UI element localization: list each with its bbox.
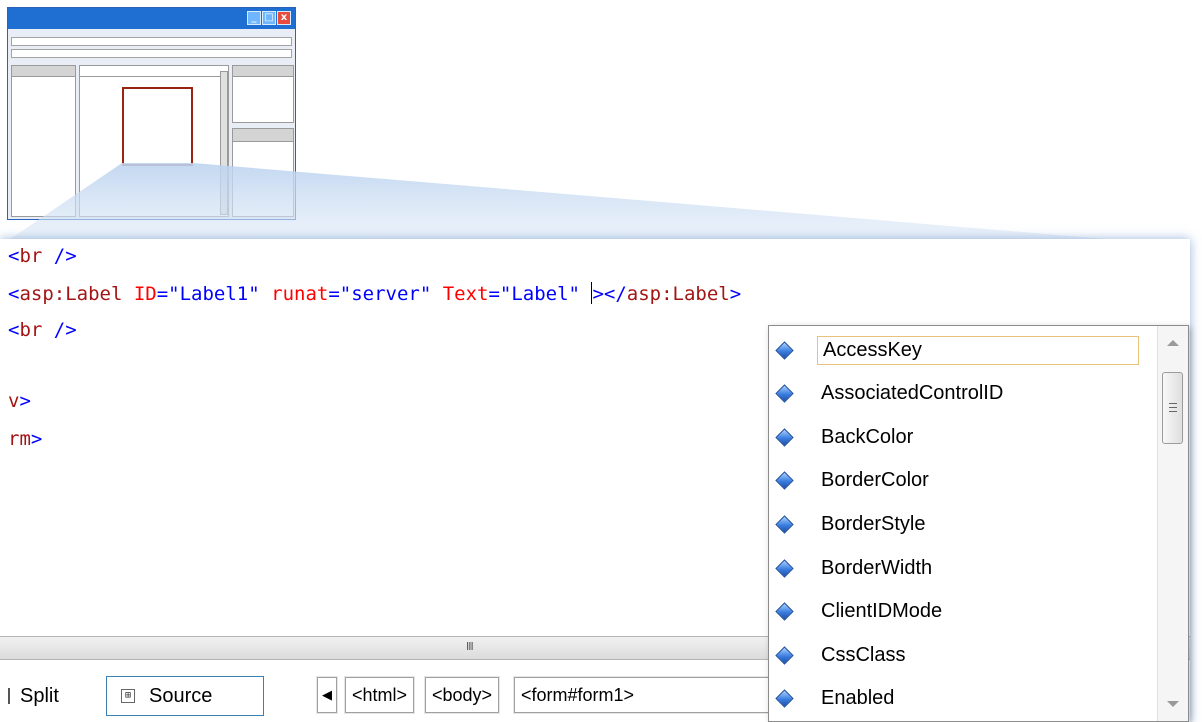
code-token: rm xyxy=(8,428,31,450)
scroll-up-arrow-icon[interactable] xyxy=(1167,340,1179,346)
completion-item[interactable]: AccessKey xyxy=(774,332,1139,368)
code-token: /> xyxy=(42,245,77,267)
code-token: br xyxy=(19,245,43,267)
property-diamond-icon xyxy=(774,427,794,447)
code-token: ="Label1" xyxy=(156,283,260,305)
code-token: /> xyxy=(42,319,77,341)
code-token: < xyxy=(8,283,20,305)
completion-item[interactable]: BorderWidth xyxy=(774,550,936,586)
scrollbar-grip[interactable]: III xyxy=(466,640,474,653)
completion-item-label: AssociatedControlID xyxy=(821,382,1004,405)
intellisense-completion-list[interactable]: AccessKey AssociatedControlID BackColor Bor… xyxy=(768,325,1189,722)
code-token: < xyxy=(8,319,20,341)
property-diamond-icon xyxy=(774,340,794,360)
completion-item[interactable]: ClientIDMode xyxy=(774,594,946,630)
code-token: > xyxy=(30,428,43,450)
completion-item-label: BorderWidth xyxy=(821,556,933,579)
scrollbar-thumb[interactable] xyxy=(1162,372,1183,444)
code-token: asp:Label xyxy=(19,283,123,305)
tab-source[interactable]: ⊞ Source xyxy=(106,676,264,716)
completion-item-label: BorderColor xyxy=(821,469,929,492)
code-line[interactable]: v> xyxy=(8,384,31,418)
property-diamond-icon xyxy=(774,384,794,403)
code-token: ="Label" xyxy=(488,283,592,305)
completion-item[interactable]: BorderColor xyxy=(774,463,933,499)
completion-item-label: Enabled xyxy=(821,687,895,710)
scroll-down-arrow-icon[interactable] xyxy=(1167,701,1179,707)
completion-item[interactable]: CssClass xyxy=(774,637,909,673)
breadcrumb-back-button[interactable]: ◀ xyxy=(317,677,337,713)
code-token: ID xyxy=(122,283,157,305)
code-token: > xyxy=(729,283,742,305)
code-token: > xyxy=(19,390,31,412)
tab-split-label: Split xyxy=(20,684,59,707)
tab-split[interactable]: Split xyxy=(0,676,59,716)
property-diamond-icon xyxy=(774,602,794,621)
code-token: runat xyxy=(259,283,329,305)
tab-source-label: Source xyxy=(149,684,213,707)
breadcrumb-form[interactable]: <form#form1> xyxy=(514,677,776,713)
breadcrumb-body[interactable]: <body> xyxy=(425,677,500,713)
code-token: Text xyxy=(431,283,489,305)
completion-item-label: BackColor xyxy=(821,425,914,448)
breadcrumb-html[interactable]: <html> xyxy=(345,677,415,713)
completion-item[interactable]: AssociatedControlID xyxy=(774,376,1007,412)
property-diamond-icon xyxy=(774,471,794,490)
completion-item[interactable]: BackColor xyxy=(774,419,917,455)
code-line[interactable]: rm> xyxy=(8,422,42,456)
property-diamond-icon xyxy=(774,645,794,665)
property-diamond-icon xyxy=(774,558,794,578)
code-line[interactable]: <br /> xyxy=(8,313,77,347)
completion-item-label: CssClass xyxy=(821,643,906,666)
completion-list-scrollbar[interactable] xyxy=(1157,326,1188,721)
property-diamond-icon xyxy=(774,515,794,534)
code-token: ></ xyxy=(592,283,627,305)
code-token: asp:Label xyxy=(626,283,730,305)
tab-separator xyxy=(8,688,10,704)
completion-item[interactable]: BorderStyle xyxy=(774,506,930,542)
code-token: ="server" xyxy=(328,283,432,305)
completion-item-label: AccessKey xyxy=(817,335,1139,365)
code-token: v xyxy=(8,390,20,412)
completion-item-label: BorderStyle xyxy=(821,512,926,535)
code-token: < xyxy=(8,245,20,267)
code-token: br xyxy=(19,319,43,341)
completion-item[interactable]: Enabled xyxy=(774,681,898,717)
code-line[interactable]: <br /> xyxy=(8,239,77,273)
source-view-icon: ⊞ xyxy=(121,689,135,703)
zoom-wedge xyxy=(0,163,1190,246)
completion-item-label: ClientIDMode xyxy=(821,600,943,623)
code-line[interactable]: <asp:Label ID="Label1" runat="server" Te… xyxy=(8,277,741,311)
property-diamond-icon xyxy=(774,689,794,708)
